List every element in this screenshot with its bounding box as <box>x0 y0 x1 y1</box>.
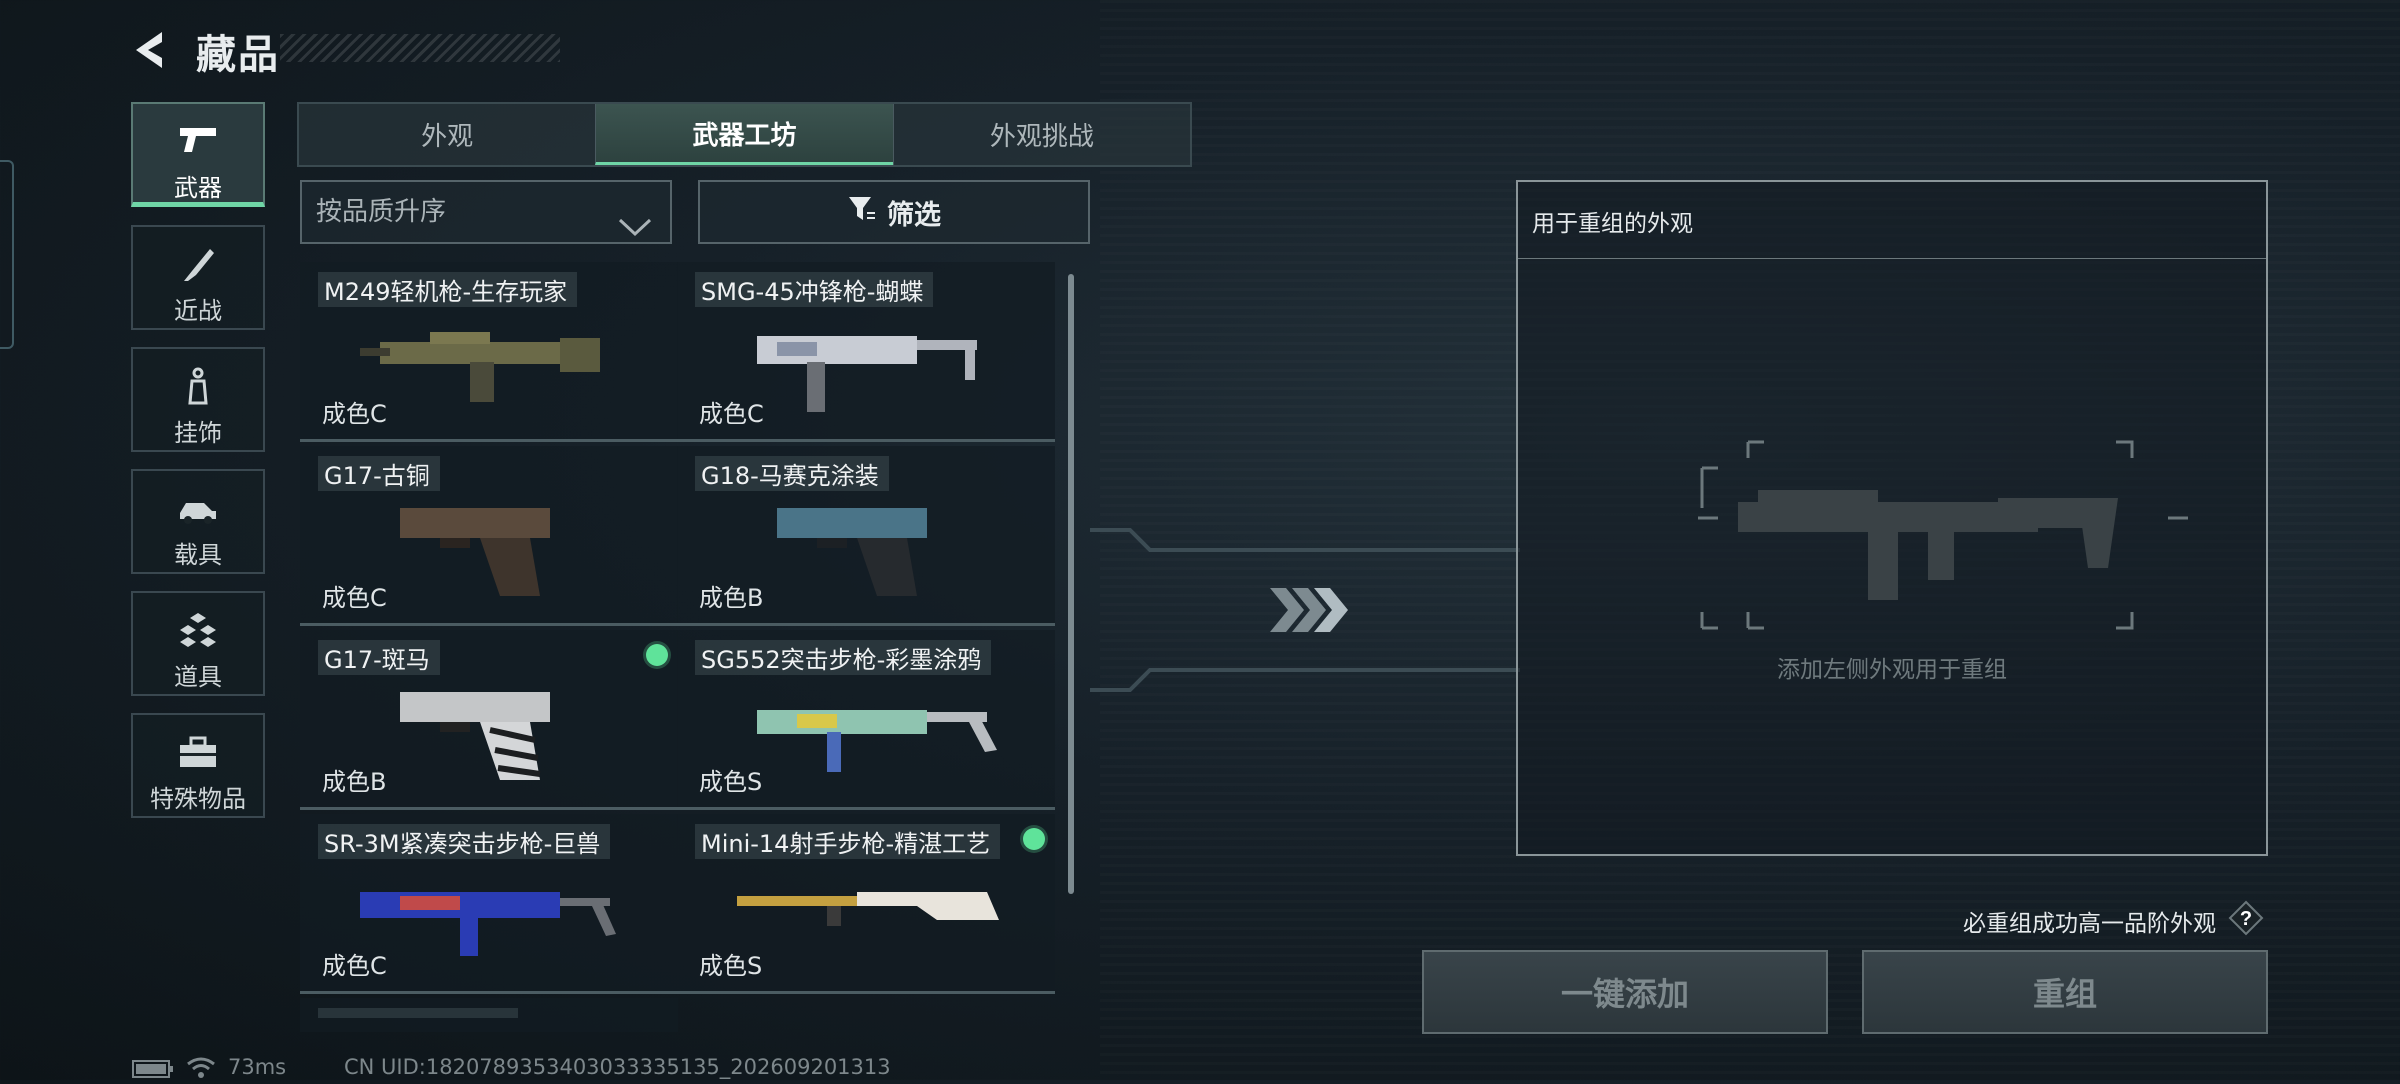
item-card[interactable]: M249轻机枪-生存玩家 成色C <box>300 262 678 442</box>
side-drawer-handle[interactable] <box>0 160 14 349</box>
vehicle-icon <box>133 489 263 529</box>
item-name-clipped <box>318 1008 518 1018</box>
sidebar-item-label: 载具 <box>174 541 222 569</box>
filter-button[interactable]: 筛选 <box>698 180 1090 244</box>
item-grade: 成色S <box>699 952 763 980</box>
chevrons-right-icon <box>1270 588 1348 632</box>
item-card[interactable]: SMG-45冲锋枪-蝴蝶 成色C <box>677 262 1055 442</box>
ping-text: 73ms <box>228 1055 287 1079</box>
svg-text:?: ? <box>2240 908 2252 930</box>
filter-label: 筛选 <box>887 199 941 231</box>
back-icon[interactable] <box>128 28 176 72</box>
item-grade: 成色C <box>322 584 387 612</box>
toolbox-icon <box>133 733 263 773</box>
panel-title: 用于重组的外观 <box>1532 211 1693 237</box>
weapon-image <box>777 508 927 596</box>
weapon-image <box>757 336 977 412</box>
sidebar-item-vehicles[interactable]: 载具 <box>131 469 265 574</box>
item-grade: 成色B <box>699 584 764 612</box>
rifle-placeholder-icon <box>1698 440 2188 630</box>
items-icon <box>133 611 263 651</box>
tab-bar: 外观 武器工坊 外观挑战 <box>297 102 1192 167</box>
sidebar-item-label: 挂饰 <box>174 419 222 447</box>
tab-weapon-workshop[interactable]: 武器工坊 <box>595 104 893 165</box>
weapon-image <box>360 892 616 956</box>
filter-icon <box>847 194 877 231</box>
transfer-connector <box>1090 528 1520 692</box>
panel-placeholder-text: 添加左侧外观用于重组 <box>1777 657 2007 683</box>
battery-icon <box>132 1060 174 1082</box>
item-card-partial[interactable] <box>300 998 678 1032</box>
add-all-button[interactable]: 一键添加 <box>1422 950 1828 1034</box>
weapon-image <box>400 692 550 780</box>
sort-label: 按品质升序 <box>316 197 447 227</box>
item-card[interactable]: G17-古铜 成色C <box>300 446 678 626</box>
sidebar-item-melee[interactable]: 近战 <box>131 225 265 330</box>
page-title: 藏品 <box>196 32 280 78</box>
sidebar-item-label: 特殊物品 <box>150 785 246 813</box>
grid-scrollbar[interactable] <box>1068 274 1074 894</box>
knife-icon <box>133 245 263 285</box>
sidebar-item-label: 近战 <box>174 297 222 325</box>
sidebar-item-label: 武器 <box>174 174 222 202</box>
chevron-down-icon <box>618 200 652 260</box>
item-grade: 成色B <box>322 768 387 796</box>
item-grade: 成色C <box>322 952 387 980</box>
weapon-image <box>737 892 999 926</box>
pistol-icon <box>133 122 263 162</box>
recombine-panel[interactable]: 用于重组的外观 添加左侧外观用于重组 <box>1516 180 2268 856</box>
sort-dropdown[interactable]: 按品质升序 <box>300 180 672 244</box>
recombine-button[interactable]: 重组 <box>1862 950 2268 1034</box>
item-card[interactable]: G17-斑马 成色B <box>300 630 678 810</box>
sidebar-item-special[interactable]: 特殊物品 <box>131 713 265 818</box>
new-indicator <box>646 644 668 666</box>
weapon-image <box>757 710 997 772</box>
item-grade: 成色S <box>699 768 763 796</box>
new-indicator <box>1023 828 1045 850</box>
title-decoration <box>280 34 560 62</box>
item-grade: 成色C <box>322 400 387 428</box>
sidebar-item-label: 道具 <box>174 663 222 691</box>
item-card[interactable]: SR-3M紧凑突击步枪-巨兽 成色C <box>300 814 678 994</box>
sidebar-item-charms[interactable]: 挂饰 <box>131 347 265 452</box>
sidebar-item-weapons[interactable]: 武器 <box>131 102 265 207</box>
item-grid: M249轻机枪-生存玩家 成色C SMG-45冲锋枪-蝴蝶 成色C G17-古铜… <box>300 262 1090 1032</box>
sidebar-item-items[interactable]: 道具 <box>131 591 265 696</box>
item-card[interactable]: Mini-14射手步枪-精湛工艺 成色S <box>677 814 1055 994</box>
tab-appearance-challenge[interactable]: 外观挑战 <box>892 104 1190 165</box>
panel-divider <box>1518 258 2266 259</box>
charm-icon <box>133 367 263 407</box>
item-card[interactable]: SG552突击步枪-彩墨涂鸦 成色S <box>677 630 1055 810</box>
weapon-image <box>400 508 550 596</box>
question-icon[interactable]: ? <box>2228 900 2264 936</box>
uid-text: CN UID:1820789353403033335135_2026092013… <box>344 1055 891 1079</box>
tab-appearance[interactable]: 外观 <box>299 104 595 165</box>
weapon-image <box>360 332 600 402</box>
recombine-hint: 必重组成功高一品阶外观 <box>1963 911 2216 937</box>
item-grade: 成色C <box>699 400 764 428</box>
item-card[interactable]: G18-马赛克涂装 成色B <box>677 446 1055 626</box>
